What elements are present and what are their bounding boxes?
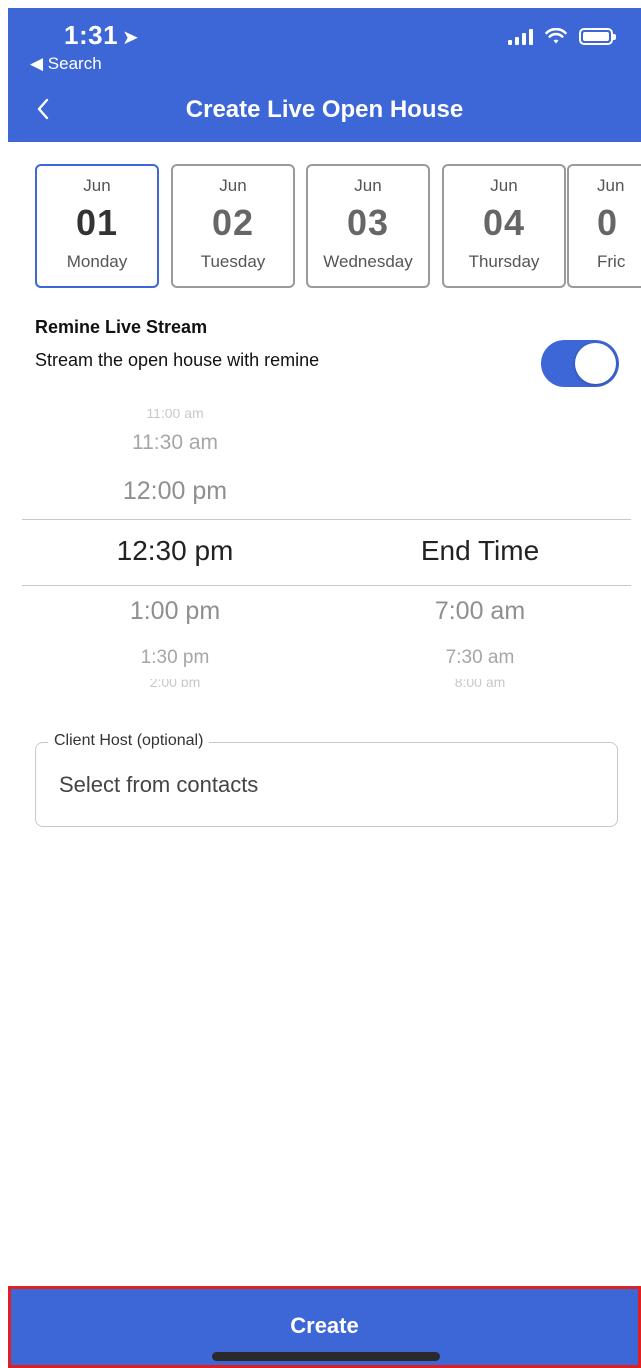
end-time-option[interactable]: 7:00 am (360, 597, 600, 626)
signal-icon (508, 28, 533, 45)
date-month: Jun (597, 176, 625, 195)
date-card-jun-03[interactable]: Jun 03 Wednesday (306, 164, 430, 288)
date-month: Jun (219, 176, 247, 195)
status-time-text: 1:31 (64, 20, 119, 50)
status-time: 1:31 ➤ (64, 20, 139, 51)
start-time-option[interactable]: 11:30 am (55, 431, 295, 455)
live-stream-toggle[interactable] (541, 340, 619, 387)
date-day: 04 (482, 202, 526, 243)
picker-divider-bottom (22, 585, 631, 586)
date-day: 01 (75, 202, 119, 243)
date-selector: Jun 01 Monday Jun 02 Tuesday Jun 03 Wedn… (0, 164, 641, 290)
date-day: 02 (211, 202, 255, 243)
date-weekday: Wednesday (323, 252, 413, 271)
date-weekday: Tuesday (200, 252, 266, 271)
app-header: 1:31 ➤ ◀ Search Create Live Open House (8, 8, 641, 142)
date-day: 03 (346, 202, 390, 243)
location-arrow-icon: ➤ (122, 27, 140, 49)
back-to-search-link[interactable]: ◀ Search (30, 54, 102, 74)
end-time-option[interactable]: 8:00 am (360, 679, 600, 687)
start-time-selected[interactable]: 12:30 pm (55, 535, 295, 567)
date-month: Jun (490, 176, 518, 195)
date-card-jun-02[interactable]: Jun 02 Tuesday (171, 164, 295, 288)
date-day: 0 (597, 202, 619, 243)
date-weekday: Thursday (468, 252, 540, 271)
home-indicator (212, 1352, 440, 1361)
start-time-option[interactable]: 1:00 pm (55, 597, 295, 626)
date-card-jun-04[interactable]: Jun 04 Thursday (442, 164, 566, 288)
wifi-icon (545, 28, 567, 44)
client-host-label: Client Host (optional) (48, 732, 210, 750)
live-stream-description: Stream the open house with remine (35, 350, 320, 370)
start-time-option[interactable]: 12:00 pm (55, 477, 295, 506)
picker-divider-top (22, 519, 631, 520)
date-month: Jun (83, 176, 111, 195)
client-host-placeholder[interactable]: Select from contacts (59, 772, 258, 798)
start-time-option[interactable]: 2:00 pm (55, 679, 295, 687)
date-card-jun-01[interactable]: Jun 01 Monday (35, 164, 159, 288)
date-month: Jun (354, 176, 382, 195)
date-weekday: Fric (597, 252, 626, 271)
start-time-option[interactable]: 1:30 pm (55, 647, 295, 669)
battery-icon (579, 28, 616, 45)
time-picker[interactable]: 11:00 am 11:30 am 12:00 pm 12:30 pm End … (0, 405, 641, 695)
status-icons (508, 28, 616, 45)
page-title: Create Live Open House (185, 96, 464, 123)
toggle-knob (575, 343, 616, 384)
date-card-jun-05-partial[interactable]: Jun 0 Fric (567, 164, 641, 288)
live-stream-title: Remine Live Stream (35, 317, 208, 337)
end-time-selected[interactable]: End Time (360, 535, 600, 567)
start-time-option[interactable]: 11:00 am (55, 409, 295, 421)
end-time-option[interactable]: 7:30 am (360, 647, 600, 669)
date-weekday: Monday (66, 252, 128, 271)
